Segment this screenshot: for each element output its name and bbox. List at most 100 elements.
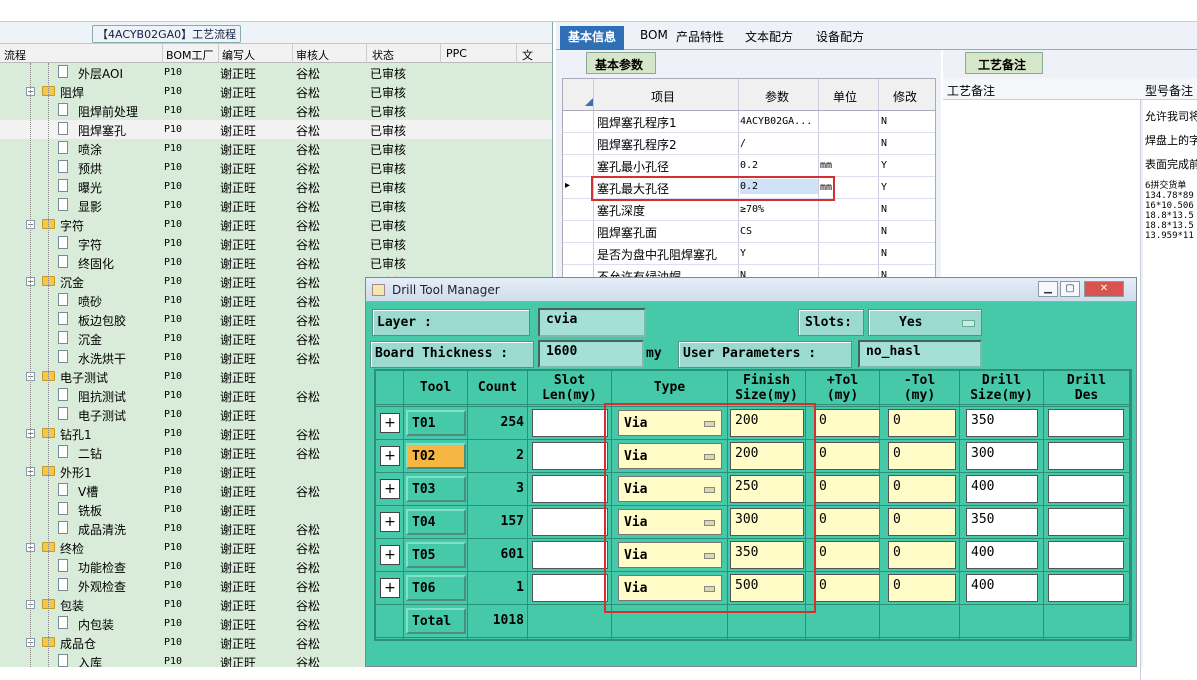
plus-tol-field[interactable]: 0 <box>814 574 880 602</box>
tree-row[interactable]: 字符 P10 谢正旺 谷松 已审核 <box>0 234 552 253</box>
plus-tol-field[interactable]: 0 <box>814 442 880 470</box>
param-row[interactable]: 阻焊塞孔面 CS N <box>563 221 935 243</box>
tree-item-reviewer: 谷松 <box>296 523 321 537</box>
plus-tol-field[interactable]: 0 <box>814 475 880 503</box>
drill-des-field[interactable] <box>1048 475 1124 503</box>
col-header-flow[interactable]: 流程 <box>4 47 26 63</box>
board-thickness-field[interactable]: 1600 <box>538 340 644 368</box>
col-header-status[interactable]: 状态 <box>372 47 394 63</box>
dtm-title-bar[interactable]: Drill Tool Manager ▁ ▢ ✕ <box>366 278 1136 302</box>
col-header-drill-size: Drill Size(my) <box>960 371 1044 405</box>
col-header-text[interactable]: 文 <box>522 47 533 63</box>
tree-row[interactable]: 终固化 P10 谢正旺 谷松 已审核 <box>0 253 552 272</box>
dtm-title: Drill Tool Manager <box>392 283 500 297</box>
param-row[interactable]: 是否为盘中孔阻焊塞孔 Y N <box>563 243 935 265</box>
col-header-bom[interactable]: BOM工厂 <box>166 47 214 63</box>
tab-process-notes[interactable]: 工艺备注 <box>965 52 1043 74</box>
tree-item-bom: P10 <box>164 352 183 363</box>
drill-size-field[interactable]: 350 <box>966 508 1038 536</box>
tree-row[interactable]: − 阻焊 P10 谢正旺 谷松 已审核 <box>0 82 552 101</box>
tree-item-status: 已审核 <box>370 67 407 81</box>
tree-item-author: 谢正旺 <box>220 86 257 100</box>
drill-size-field[interactable]: 300 <box>966 442 1038 470</box>
tab-text-recipe[interactable]: 文本配方 <box>737 26 801 50</box>
tree-row[interactable]: 阻焊前处理 P10 谢正旺 谷松 已审核 <box>0 101 552 120</box>
param-row[interactable]: 塞孔最小孔径 0.2 mm Y <box>563 155 935 177</box>
tree-item-author: 谢正旺 <box>220 428 257 442</box>
tool-button[interactable]: T02 <box>406 443 466 469</box>
tool-button[interactable]: T05 <box>406 542 466 568</box>
tab-product-features[interactable]: 产品特性 <box>668 26 732 50</box>
slot-len-field[interactable] <box>532 508 608 536</box>
minus-tol-field[interactable]: 0 <box>888 574 956 602</box>
col-header-reviewer[interactable]: 审核人 <box>296 47 329 63</box>
tool-button[interactable]: T03 <box>406 476 466 502</box>
col-header-author[interactable]: 编写人 <box>222 47 255 63</box>
slot-len-field[interactable] <box>532 409 608 437</box>
slot-len-field[interactable] <box>532 574 608 602</box>
tree-item-author: 谢正旺 <box>220 618 257 632</box>
grid-header-item: 项目 <box>651 90 676 104</box>
model-notes-text[interactable]: 允许我司将 焊盘上的字 表面完成前 6拼交货单 134.78*89 16*10.506 18… <box>1143 100 1197 680</box>
expand-row-icon[interactable]: + <box>380 479 400 499</box>
param-row[interactable]: 阻焊塞孔程序2 / N <box>563 133 935 155</box>
expand-row-icon[interactable]: + <box>380 512 400 532</box>
close-icon[interactable]: ✕ <box>1084 281 1124 297</box>
tool-button[interactable]: T06 <box>406 575 466 601</box>
grid-line <box>879 371 880 639</box>
user-params-field[interactable]: no_hasl <box>858 340 982 368</box>
col-header-ppc[interactable]: PPC <box>446 47 467 60</box>
tree-item-name: 喷涂 <box>78 143 103 157</box>
expand-row-icon[interactable]: + <box>380 413 400 433</box>
drill-des-field[interactable] <box>1048 508 1124 536</box>
expand-row-icon[interactable]: + <box>380 578 400 598</box>
expand-row-icon[interactable]: + <box>380 545 400 565</box>
drill-size-field[interactable]: 350 <box>966 409 1038 437</box>
tree-row[interactable]: 喷涂 P10 谢正旺 谷松 已审核 <box>0 139 552 158</box>
minus-tol-field[interactable]: 0 <box>888 409 956 437</box>
tree-item-bom: P10 <box>164 295 183 306</box>
drill-size-field[interactable]: 400 <box>966 475 1038 503</box>
drill-size-field[interactable]: 400 <box>966 574 1038 602</box>
slot-len-field[interactable] <box>532 475 608 503</box>
tree-row[interactable]: 显影 P10 谢正旺 谷松 已审核 <box>0 196 552 215</box>
drill-size-field[interactable]: 400 <box>966 541 1038 569</box>
minus-tol-field[interactable]: 0 <box>888 541 956 569</box>
slot-len-field[interactable] <box>532 541 608 569</box>
tree-item-name: V槽 <box>78 485 99 499</box>
layer-field[interactable]: cvia <box>538 308 646 337</box>
tree-row[interactable]: 外层AOI P10 谢正旺 谷松 已审核 <box>0 63 552 82</box>
tool-button[interactable]: T04 <box>406 509 466 535</box>
minimize-icon[interactable]: ▁ <box>1038 281 1058 297</box>
drill-des-field[interactable] <box>1048 409 1124 437</box>
col-header-slot-len: Slot Len(my) <box>528 371 612 405</box>
tree-row[interactable]: − 字符 P10 谢正旺 谷松 已审核 <box>0 215 552 234</box>
param-row[interactable]: 阻焊塞孔程序1 4ACYB02GA... N <box>563 111 935 133</box>
minus-tol-field[interactable]: 0 <box>888 475 956 503</box>
expand-row-icon[interactable]: + <box>380 446 400 466</box>
slot-len-field[interactable] <box>532 442 608 470</box>
tab-basic-info[interactable]: 基本信息 <box>560 26 625 50</box>
slots-dropdown[interactable]: Yes <box>868 309 982 336</box>
drill-des-field[interactable] <box>1048 541 1124 569</box>
tree-row[interactable]: 曝光 P10 谢正旺 谷松 已审核 <box>0 177 552 196</box>
tab-basic-params[interactable]: 基本参数 <box>586 52 656 74</box>
maximize-icon[interactable]: ▢ <box>1060 281 1080 297</box>
tree-row[interactable]: 预烘 P10 谢正旺 谷松 已审核 <box>0 158 552 177</box>
plus-tol-field[interactable]: 0 <box>814 409 880 437</box>
tree-item-name: 字符 <box>78 238 103 252</box>
tree-row[interactable]: 阻焊塞孔 P10 谢正旺 谷松 已审核 <box>0 120 552 139</box>
minus-tol-field[interactable]: 0 <box>888 442 956 470</box>
layer-label: Layer : <box>372 309 530 336</box>
tool-button[interactable]: T01 <box>406 410 466 436</box>
param-row[interactable]: 塞孔深度 ≥70% N <box>563 199 935 221</box>
detail-tabs: 基本信息 BOM 产品特性 文本配方 设备配方 <box>556 22 1197 50</box>
drill-des-field[interactable] <box>1048 574 1124 602</box>
tab-equipment-recipe[interactable]: 设备配方 <box>808 26 872 50</box>
tree-item-bom: P10 <box>164 466 183 477</box>
plus-tol-field[interactable]: 0 <box>814 541 880 569</box>
drill-des-field[interactable] <box>1048 442 1124 470</box>
tree-item-bom: P10 <box>164 238 183 249</box>
minus-tol-field[interactable]: 0 <box>888 508 956 536</box>
plus-tol-field[interactable]: 0 <box>814 508 880 536</box>
